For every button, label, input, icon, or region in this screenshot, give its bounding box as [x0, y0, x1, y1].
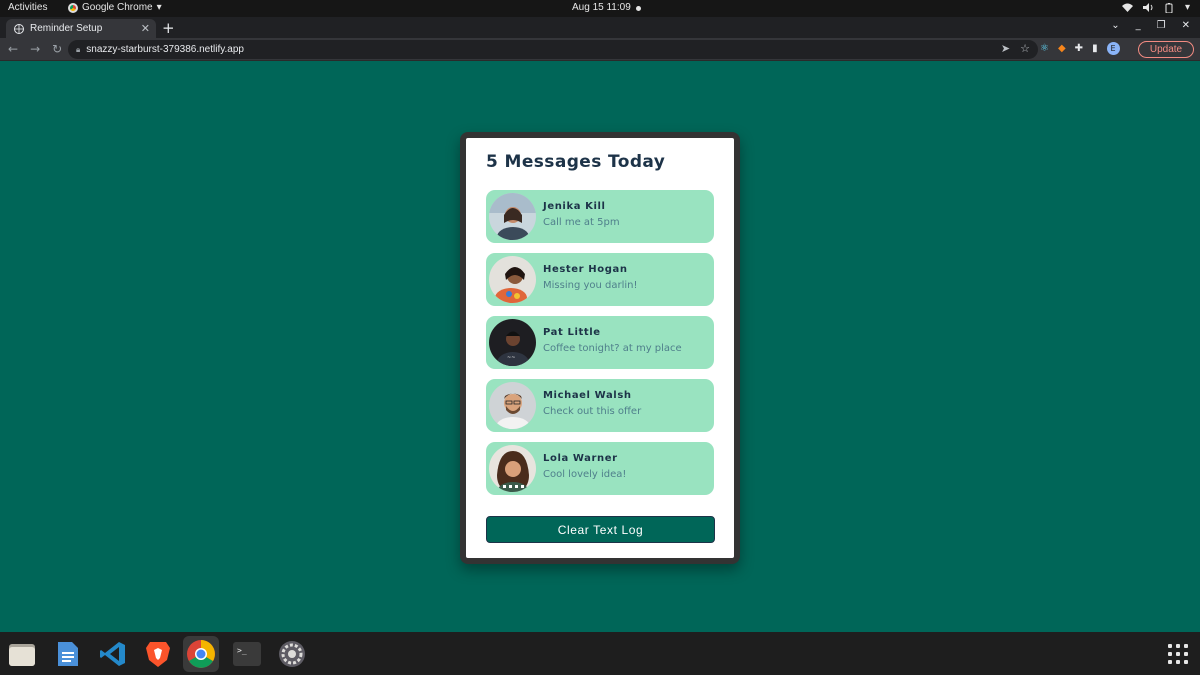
terminal-icon[interactable]: >_ [229, 636, 265, 672]
svg-text:~~: ~~ [507, 355, 515, 361]
restore-icon[interactable]: ❐ [1157, 20, 1166, 31]
app-name: Google Chrome [82, 2, 153, 13]
show-apps-grid-icon[interactable] [1168, 644, 1188, 664]
message-item[interactable]: Hester Hogan Missing you darlin! [486, 253, 714, 306]
tab-strip: Reminder Setup ✕ + ⌄ _ ❐ ✕ [0, 17, 1200, 38]
message-item[interactable]: ~~ Pat Little Coffee tonight? at my plac… [486, 316, 714, 369]
send-icon[interactable]: ➤ [1001, 42, 1010, 55]
clock[interactable]: Aug 15 11:09 [572, 2, 631, 13]
app-menu[interactable]: Google Chrome ▾ [68, 2, 162, 13]
system-top-bar: Activities Google Chrome ▾ Aug 15 11:09 … [0, 0, 1200, 17]
avatar [489, 193, 536, 240]
reload-icon[interactable]: ↻ [52, 42, 62, 56]
tab-close-icon[interactable]: ✕ [141, 22, 150, 35]
text-editor-icon[interactable] [50, 636, 86, 672]
address-bar[interactable]: 🔒︎ snazzy-starburst-379386.netlify.app ➤… [68, 40, 1038, 59]
activities-button[interactable]: Activities [8, 2, 47, 13]
chrome-small-icon [68, 2, 78, 13]
settings-icon[interactable] [274, 636, 310, 672]
bookmark-star-icon[interactable]: ☆ [1020, 42, 1030, 55]
react-devtools-icon[interactable]: ⚛ [1040, 43, 1049, 54]
message-item[interactable]: Lola Warner Cool lovely idea! [486, 442, 714, 495]
system-menu-caret-icon: ▾ [1184, 2, 1190, 13]
system-tray[interactable]: ▾ [1121, 2, 1190, 13]
side-panel-icon[interactable]: ▮ [1092, 43, 1098, 54]
lock-icon[interactable]: 🔒︎ [76, 45, 80, 55]
wifi-icon [1121, 3, 1133, 12]
url-text[interactable]: snazzy-starburst-379386.netlify.app [86, 44, 244, 55]
window-controls: ⌄ _ ❐ ✕ [1111, 20, 1190, 31]
sender-name: Pat Little [543, 327, 601, 338]
messages-card-frame: 5 Messages Today Jenika Kill Call me at … [460, 132, 740, 564]
minimize-icon[interactable]: _ [1136, 20, 1141, 31]
tab-search-icon[interactable]: ⌄ [1111, 20, 1119, 31]
close-window-icon[interactable]: ✕ [1182, 20, 1190, 31]
vscode-icon[interactable] [95, 636, 131, 672]
avatar [489, 256, 536, 303]
avatar [489, 445, 536, 492]
sender-name: Jenika Kill [543, 201, 606, 212]
files-icon[interactable] [4, 636, 40, 672]
avatar: ~~ [489, 319, 536, 366]
message-item[interactable]: Jenika Kill Call me at 5pm [486, 190, 714, 243]
message-item[interactable]: Michael Walsh Check out this offer [486, 379, 714, 432]
dock: >_ [0, 632, 1200, 675]
globe-icon [14, 23, 24, 34]
card-title: 5 Messages Today [486, 152, 666, 172]
tab-title: Reminder Setup [30, 23, 103, 34]
nav-buttons: ← → ↻ [8, 42, 62, 56]
extensions-puzzle-icon[interactable]: ✚ [1075, 43, 1083, 54]
address-bar-actions: ➤ ☆ [1001, 42, 1030, 55]
battery-icon [1165, 2, 1173, 13]
message-text: Missing you darlin! [543, 280, 638, 291]
message-text: Coffee tonight? at my place [543, 343, 682, 354]
new-tab-button[interactable]: + [162, 19, 175, 37]
messages-card: 5 Messages Today Jenika Kill Call me at … [466, 138, 734, 558]
caret-down-icon: ▾ [156, 2, 162, 13]
message-text: Cool lovely idea! [543, 469, 627, 480]
sender-name: Lola Warner [543, 453, 618, 464]
notification-dot [636, 6, 641, 11]
volume-icon [1142, 3, 1153, 12]
message-text: Call me at 5pm [543, 217, 620, 228]
back-icon[interactable]: ← [8, 42, 18, 56]
clear-text-log-button[interactable]: Clear Text Log [486, 516, 715, 543]
browser-toolbar: ← → ↻ 🔒︎ snazzy-starburst-379386.netlify… [0, 38, 1200, 61]
chrome-icon[interactable] [183, 636, 219, 672]
svg-text:>_: >_ [237, 646, 247, 655]
brave-icon[interactable] [140, 636, 176, 672]
extensions-area: ⚛ ◆ ✚ ▮ E [1040, 42, 1120, 55]
sender-name: Hester Hogan [543, 264, 628, 275]
message-list: Jenika Kill Call me at 5pm Hester Hogan … [486, 190, 714, 505]
tab-reminder-setup[interactable]: Reminder Setup ✕ [6, 19, 156, 38]
avatar [489, 382, 536, 429]
forward-icon[interactable]: → [30, 42, 40, 56]
metamask-icon[interactable]: ◆ [1058, 43, 1066, 54]
message-text: Check out this offer [543, 406, 642, 417]
sender-name: Michael Walsh [543, 390, 632, 401]
update-button[interactable]: Update [1138, 41, 1194, 58]
profile-avatar[interactable]: E [1106, 42, 1120, 55]
